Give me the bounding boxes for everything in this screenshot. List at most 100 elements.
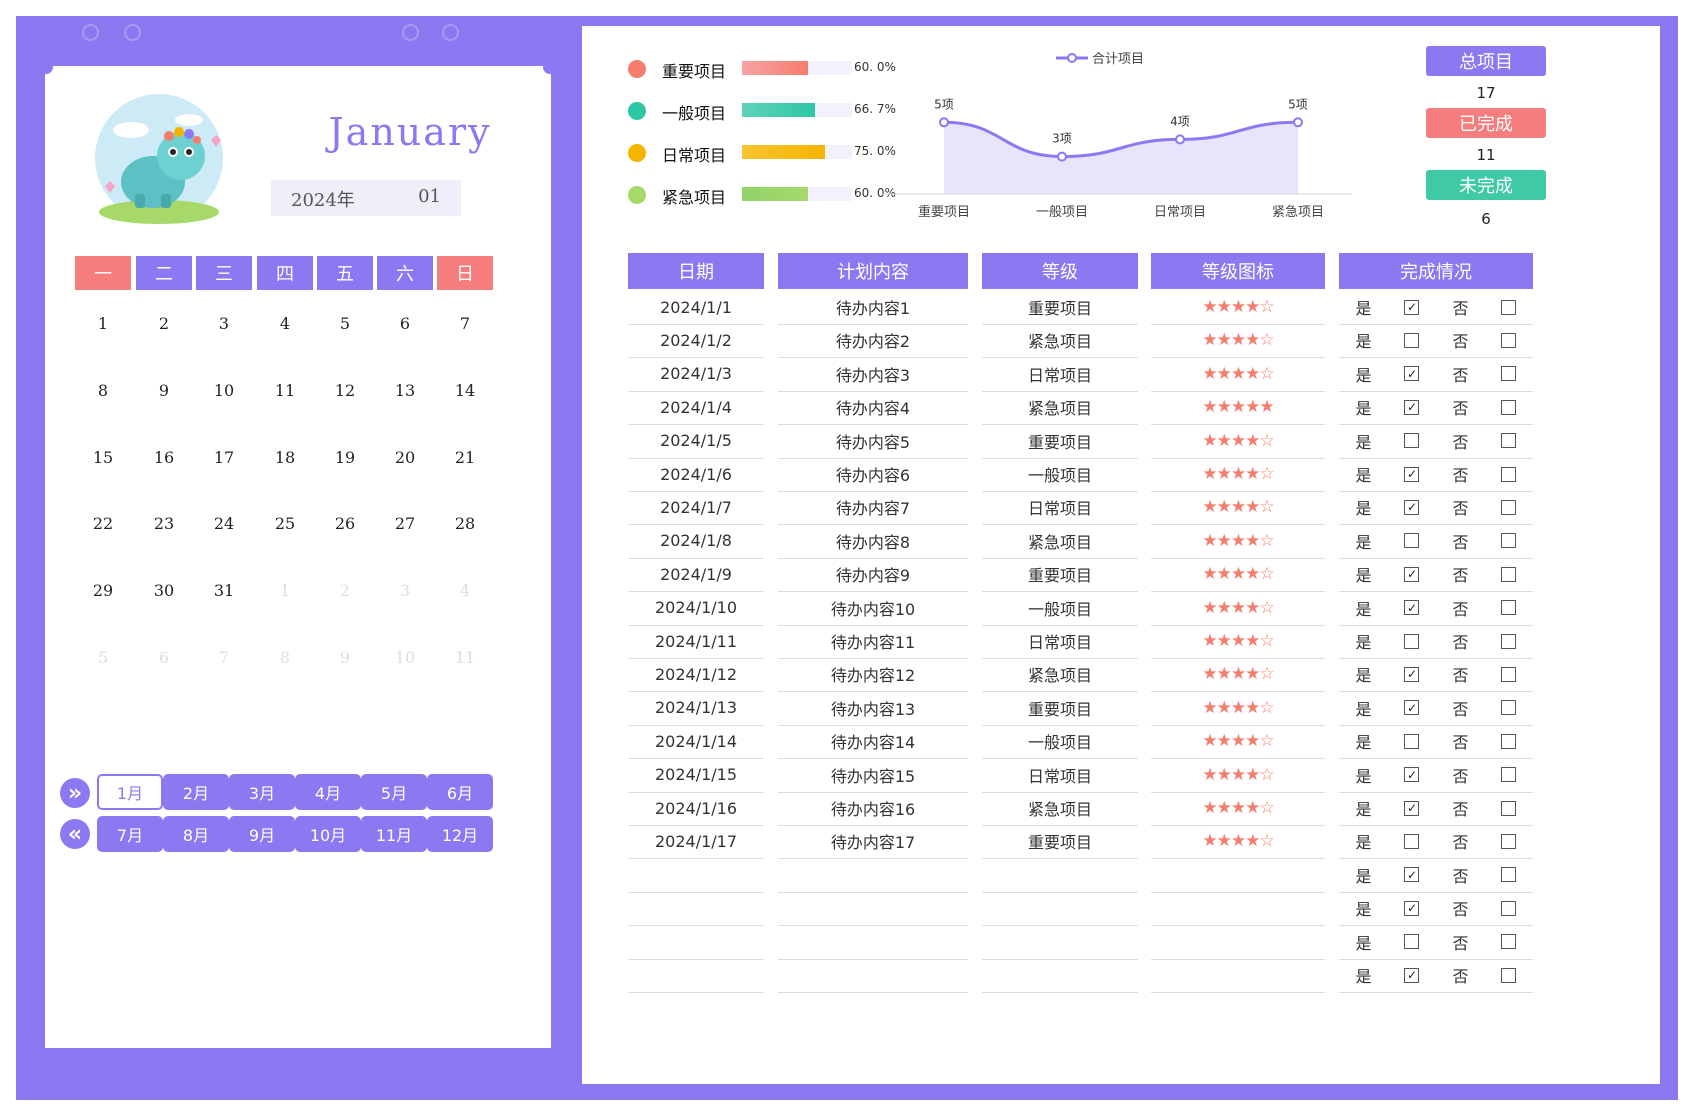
not-done-checkbox[interactable]	[1501, 566, 1517, 582]
not-done-checkbox[interactable]	[1501, 700, 1517, 716]
done-checkbox[interactable]: ✓	[1404, 700, 1420, 716]
done-checkbox[interactable]: ✓	[1404, 600, 1420, 616]
task-cell[interactable]: 待办内容12	[778, 657, 968, 693]
done-checkbox[interactable]: ✓	[1404, 967, 1420, 983]
task-cell[interactable]: 待办内容8	[778, 524, 968, 559]
not-done-checkbox[interactable]	[1501, 533, 1517, 549]
calendar-day[interactable]: 10	[204, 381, 244, 400]
calendar-day[interactable]: 31	[204, 581, 244, 600]
task-cell[interactable]	[778, 925, 968, 960]
task-cell[interactable]: 待办内容2	[778, 323, 968, 359]
task-cell[interactable]	[778, 858, 968, 893]
not-done-checkbox[interactable]	[1501, 833, 1517, 849]
task-cell[interactable]	[778, 958, 968, 993]
calendar-day[interactable]: 12	[325, 381, 365, 400]
calendar-day[interactable]: 17	[204, 448, 244, 467]
calendar-day[interactable]: 26	[325, 514, 365, 533]
month-button[interactable]: 8月	[163, 816, 229, 852]
calendar-day[interactable]: 11	[445, 648, 485, 667]
task-cell[interactable]: 待办内容1	[778, 290, 968, 325]
not-done-checkbox[interactable]	[1501, 600, 1517, 616]
done-checkbox[interactable]	[1404, 633, 1420, 649]
calendar-day[interactable]: 18	[265, 448, 305, 467]
month-button[interactable]: 2月	[163, 774, 229, 810]
calendar-day[interactable]: 23	[144, 514, 184, 533]
task-cell[interactable]: 待办内容5	[778, 424, 968, 459]
calendar-day[interactable]: 29	[83, 581, 123, 600]
task-cell[interactable]: 待办内容10	[778, 591, 968, 626]
calendar-day[interactable]: 2	[144, 314, 184, 333]
task-cell[interactable]: 待办内容7	[778, 490, 968, 526]
calendar-day[interactable]: 30	[144, 581, 184, 600]
calendar-day[interactable]: 21	[445, 448, 485, 467]
calendar-day[interactable]: 3	[385, 581, 425, 600]
calendar-day[interactable]: 5	[83, 648, 123, 667]
done-checkbox[interactable]: ✓	[1404, 800, 1420, 816]
not-done-checkbox[interactable]	[1501, 499, 1517, 515]
not-done-checkbox[interactable]	[1501, 332, 1517, 348]
calendar-day[interactable]: 7	[204, 648, 244, 667]
task-cell[interactable]: 待办内容15	[778, 758, 968, 793]
not-done-checkbox[interactable]	[1501, 633, 1517, 649]
month-button[interactable]: 1月	[97, 774, 163, 810]
calendar-day[interactable]: 3	[204, 314, 244, 333]
month-button[interactable]: 12月	[427, 816, 493, 852]
not-done-checkbox[interactable]	[1501, 967, 1517, 983]
calendar-day[interactable]: 8	[265, 648, 305, 667]
not-done-checkbox[interactable]	[1501, 299, 1517, 315]
task-cell[interactable]: 待办内容3	[778, 357, 968, 392]
calendar-day[interactable]: 19	[325, 448, 365, 467]
not-done-checkbox[interactable]	[1501, 800, 1517, 816]
calendar-day[interactable]: 1	[265, 581, 305, 600]
calendar-day[interactable]: 20	[385, 448, 425, 467]
double-chevron-left-icon[interactable]: «	[60, 819, 90, 849]
calendar-day[interactable]: 25	[265, 514, 305, 533]
done-checkbox[interactable]: ✓	[1404, 666, 1420, 682]
not-done-checkbox[interactable]	[1501, 934, 1517, 950]
not-done-checkbox[interactable]	[1501, 733, 1517, 749]
calendar-day[interactable]: 11	[265, 381, 305, 400]
month-button[interactable]: 3月	[229, 774, 295, 810]
month-button[interactable]: 6月	[427, 774, 493, 810]
month-button[interactable]: 10月	[295, 816, 361, 852]
calendar-day[interactable]: 8	[83, 381, 123, 400]
calendar-day[interactable]: 24	[204, 514, 244, 533]
done-checkbox[interactable]: ✓	[1404, 466, 1420, 482]
calendar-day[interactable]: 4	[265, 314, 305, 333]
done-checkbox[interactable]	[1404, 833, 1420, 849]
done-checkbox[interactable]	[1404, 332, 1420, 348]
calendar-day[interactable]: 2	[325, 581, 365, 600]
done-checkbox[interactable]	[1404, 934, 1420, 950]
done-checkbox[interactable]: ✓	[1404, 499, 1420, 515]
not-done-checkbox[interactable]	[1501, 867, 1517, 883]
not-done-checkbox[interactable]	[1501, 399, 1517, 415]
calendar-day[interactable]: 9	[144, 381, 184, 400]
calendar-day[interactable]: 16	[144, 448, 184, 467]
month-button[interactable]: 7月	[97, 816, 163, 852]
done-checkbox[interactable]: ✓	[1404, 299, 1420, 315]
task-cell[interactable]	[778, 891, 968, 927]
calendar-day[interactable]: 27	[385, 514, 425, 533]
task-cell[interactable]: 待办内容4	[778, 390, 968, 426]
done-checkbox[interactable]: ✓	[1404, 767, 1420, 783]
calendar-day[interactable]: 1	[83, 314, 123, 333]
task-cell[interactable]: 待办内容9	[778, 557, 968, 593]
calendar-day[interactable]: 14	[445, 381, 485, 400]
calendar-day[interactable]: 15	[83, 448, 123, 467]
month-button[interactable]: 5月	[361, 774, 427, 810]
calendar-day[interactable]: 6	[385, 314, 425, 333]
done-checkbox[interactable]	[1404, 533, 1420, 549]
not-done-checkbox[interactable]	[1501, 666, 1517, 682]
task-cell[interactable]: 待办内容11	[778, 624, 968, 659]
task-cell[interactable]: 待办内容16	[778, 791, 968, 826]
done-checkbox[interactable]: ✓	[1404, 566, 1420, 582]
double-chevron-right-icon[interactable]: »	[60, 778, 90, 808]
not-done-checkbox[interactable]	[1501, 767, 1517, 783]
calendar-day[interactable]: 22	[83, 514, 123, 533]
done-checkbox[interactable]: ✓	[1404, 867, 1420, 883]
not-done-checkbox[interactable]	[1501, 366, 1517, 382]
month-button[interactable]: 9月	[229, 816, 295, 852]
task-cell[interactable]: 待办内容13	[778, 691, 968, 726]
calendar-day[interactable]: 10	[385, 648, 425, 667]
month-button[interactable]: 4月	[295, 774, 361, 810]
